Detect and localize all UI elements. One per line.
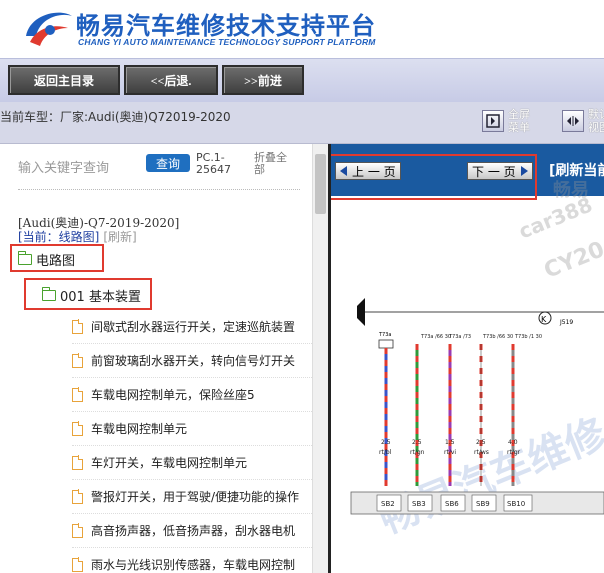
wire-gauge: 1.5 (445, 439, 455, 446)
home-button[interactable]: 返回主目录 (8, 65, 120, 95)
fullscreen-button[interactable] (482, 110, 504, 132)
wire-gauge: 4.0 (508, 439, 518, 446)
document-icon (72, 353, 84, 368)
back-button[interactable]: <<后退. (124, 65, 218, 95)
catalog-tree-panel: 输入关键字查询 查询 PC.1-25647 折叠全部 [Audi(奥迪)-Q7-… (0, 144, 312, 573)
list-item[interactable]: 高音扬声器，低音扬声器，刮水器电机 (72, 514, 312, 548)
document-icon (72, 319, 84, 334)
wire-color: rt/vi (444, 449, 456, 456)
pc-counter: PC.1-25647 (196, 151, 231, 176)
brand-logo-icon (26, 12, 72, 46)
breadcrumb-current: [当前：线路图] [刷新] (18, 228, 137, 245)
wire-color: rt/gr (507, 449, 521, 456)
wire-gauge: 2.5 (381, 439, 391, 446)
highlight-box (24, 278, 152, 310)
list-item[interactable]: 警报灯开关，用于驾驶/便捷功能的操作 (72, 480, 312, 514)
document-icon (72, 489, 84, 504)
list-item[interactable]: 间歇式刮水器运行开关，定速巡航装置 (72, 310, 312, 344)
fuse-label: T73b /1 30 (514, 334, 542, 340)
scroll-thumb[interactable] (315, 154, 326, 214)
fullscreen-label: 全屏 菜单 (508, 108, 530, 134)
list-item[interactable]: 车载电网控制单元，保险丝座5 (72, 378, 312, 412)
list-item[interactable]: 前窗玻璃刮水器开关，转向信号灯开关 (72, 344, 312, 378)
current-model: 当前车型：厂家:Audi(奥迪)Q72019-2020 (0, 108, 231, 125)
list-item[interactable]: 车载电网控制单元 (72, 412, 312, 446)
fullscreen-icon (486, 114, 500, 128)
wire-gauge: 2.5 (476, 439, 486, 446)
fuse-label: T73a /73 (448, 334, 471, 340)
brand-title: 畅易汽车维修技术支持平台 (76, 12, 376, 40)
wiring-diagram: K J519 T73a T73a /66 30 T73a /73 T73b /6… (350, 298, 604, 515)
fuse-label: T73a /66 30 (420, 334, 451, 340)
document-icon (72, 455, 84, 470)
search-button[interactable]: 查询 (146, 154, 190, 172)
model-value: 厂家:Audi(奥迪)Q72019-2020 (60, 110, 231, 124)
highlight-box (10, 244, 104, 272)
left-scrollbar[interactable] (312, 144, 328, 573)
split-view-icon (567, 116, 579, 126)
connector-label: SB3 (412, 500, 426, 508)
wire-color: rt/bl (379, 449, 392, 456)
diagram-marker-icon (357, 298, 365, 326)
refresh-current-link[interactable]: [刷新当前 (549, 160, 604, 180)
wire-color: rt/ws (474, 449, 489, 456)
breadcrumb-current-label: [当前：线路图] (18, 230, 100, 244)
document-icon (72, 387, 84, 402)
default-view-button[interactable] (562, 110, 584, 132)
refresh-link[interactable]: [刷新] (103, 230, 136, 244)
document-icon (72, 421, 84, 436)
search-input[interactable]: 输入关键字查询 (18, 157, 109, 176)
ground-symbol-label: K (541, 315, 547, 324)
component-label: J519 (559, 319, 573, 326)
list-item[interactable]: 车灯开关，车载电网控制单元 (72, 446, 312, 480)
fuse-label: T73b /66 30 (482, 334, 513, 340)
wire-color: rt/gn (410, 449, 425, 456)
default-view-label: 默认 视图 (588, 108, 604, 134)
connector-label: SB6 (445, 500, 459, 508)
highlight-box (331, 154, 537, 200)
list-item[interactable]: 雨水与光线识别传感器，车载电网控制 (72, 548, 312, 573)
relay-label: T73a (378, 332, 391, 338)
document-icon (72, 523, 84, 538)
connector-label: SB10 (507, 500, 525, 508)
relay-box (378, 339, 394, 349)
brand-subtitle: CHANG YI AUTO MAINTENANCE TECHNOLOGY SUP… (78, 37, 376, 47)
connector-label: SB2 (381, 500, 395, 508)
collapse-all-button[interactable]: 折叠全部 (254, 152, 294, 176)
forward-button[interactable]: >>前进 (222, 65, 304, 95)
app-header: 畅易汽车维修技术支持平台 CHANG YI AUTO MAINTENANCE T… (0, 0, 604, 58)
model-label: 当前车型： (0, 110, 61, 124)
divider (18, 189, 300, 190)
document-icon (72, 557, 84, 572)
vehicle-info-bar: 当前车型：厂家:Audi(奥迪)Q72019-2020 全屏 菜单 默认 视图 (0, 102, 604, 144)
wire-gauge: 2.5 (412, 439, 422, 446)
connector-label: SB9 (476, 500, 490, 508)
diagram-panel: 上 一 页 下 一 页 [刷新当前 畅易 car388 CY20 畅易汽车维修 … (331, 144, 604, 573)
navigation-bar: 返回主目录 <<后退. >>前进 (0, 58, 604, 102)
